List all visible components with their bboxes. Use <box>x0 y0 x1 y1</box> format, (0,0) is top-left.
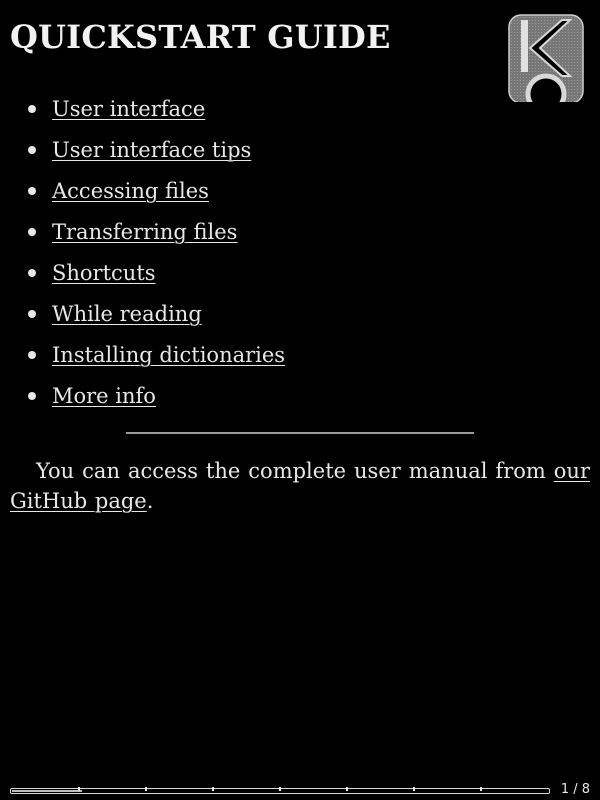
list-item: Shortcuts <box>28 252 285 293</box>
list-item: While reading <box>28 293 285 334</box>
chapter-marker <box>145 787 147 791</box>
link-while-reading[interactable]: While reading <box>52 302 202 326</box>
list-item: User interface <box>28 88 285 129</box>
list-item: Transferring files <box>28 211 285 252</box>
chapter-marker <box>78 787 80 791</box>
quickstart-contents-list: User interface User interface tips Acces… <box>28 88 285 416</box>
bullet-icon <box>28 391 36 400</box>
bullet-icon <box>28 186 36 195</box>
manual-text-before: You can access the complete user manual … <box>36 459 554 483</box>
reading-progress-fill <box>12 790 82 792</box>
link-installing-dictionaries[interactable]: Installing dictionaries <box>52 343 285 367</box>
page-title: QUICKSTART GUIDE <box>10 18 391 56</box>
chapter-marker <box>346 787 348 791</box>
bullet-icon <box>28 104 36 113</box>
chapter-marker <box>279 787 281 791</box>
link-more-info[interactable]: More info <box>52 384 156 408</box>
bullet-icon <box>28 350 36 359</box>
bullet-icon <box>28 145 36 154</box>
list-item: More info <box>28 375 285 416</box>
chapter-marker <box>413 787 415 791</box>
link-user-interface-tips[interactable]: User interface tips <box>52 138 251 162</box>
manual-paragraph: You can access the complete user manual … <box>10 456 590 516</box>
bullet-icon <box>28 227 36 236</box>
page-counter: 1 / 8 <box>560 782 590 797</box>
list-item: User interface tips <box>28 129 285 170</box>
list-item: Accessing files <box>28 170 285 211</box>
reading-progress-bar[interactable] <box>10 787 550 794</box>
link-shortcuts[interactable]: Shortcuts <box>52 261 156 285</box>
link-transferring-files[interactable]: Transferring files <box>52 220 237 244</box>
koreader-logo-icon <box>508 14 584 104</box>
list-item: Installing dictionaries <box>28 334 285 375</box>
bullet-icon <box>28 309 36 318</box>
chapter-marker <box>212 787 214 791</box>
link-user-interface[interactable]: User interface <box>52 97 205 121</box>
bullet-icon <box>28 268 36 277</box>
link-accessing-files[interactable]: Accessing files <box>52 179 209 203</box>
manual-text-after: . <box>146 489 154 513</box>
section-divider <box>126 432 474 434</box>
chapter-marker <box>480 787 482 791</box>
